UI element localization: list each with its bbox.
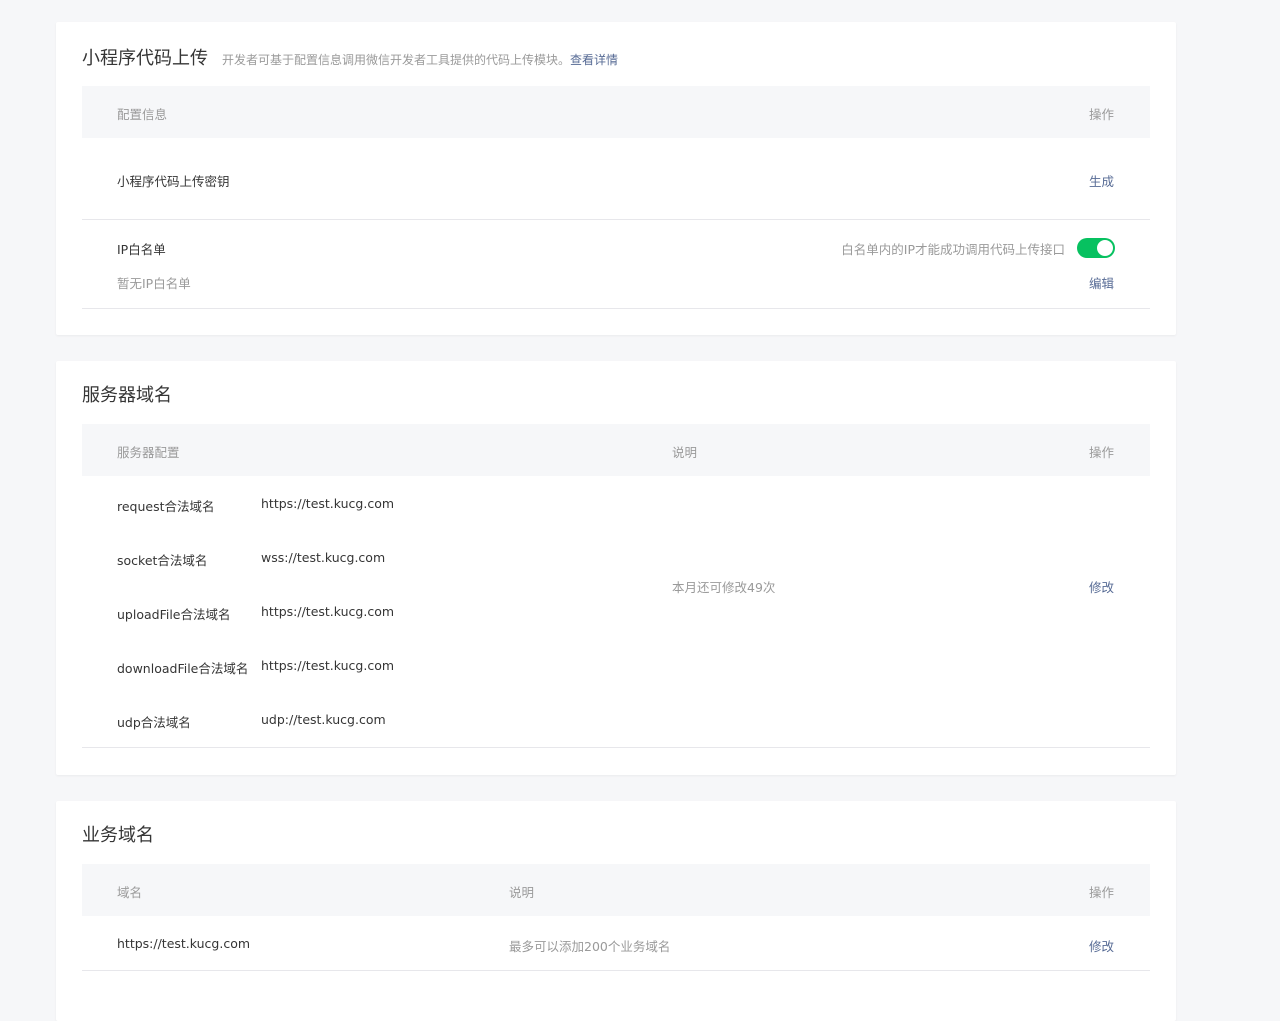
col-description: 说明	[672, 445, 698, 460]
code-upload-title-text: 小程序代码上传	[82, 48, 208, 69]
upload-key-label: 小程序代码上传密钥	[117, 174, 230, 189]
code-upload-desc: 开发者可基于配置信息调用微信开发者工具提供的代码上传模块。	[222, 53, 571, 67]
col-domain: 域名	[117, 885, 143, 900]
domain-label: request合法域名	[117, 499, 215, 514]
col-config-info: 配置信息	[117, 107, 168, 122]
business-domain-note: 最多可以添加200个业务域名	[509, 939, 671, 954]
server-domain-card: 服务器域名 服务器配置 说明 操作 request合法域名 https://te…	[56, 361, 1176, 775]
ip-whitelist-row: IP白名单 暂无IP白名单 白名单内的IP才能成功调用代码上传接口 编辑	[82, 220, 1150, 309]
modify-server-domain-button[interactable]: 修改	[1089, 577, 1114, 596]
generate-key-button[interactable]: 生成	[1089, 171, 1114, 190]
domain-value: https://test.kucg.com	[261, 496, 395, 511]
upload-key-row: 小程序代码上传密钥 生成	[82, 138, 1150, 220]
col-server-config: 服务器配置	[117, 445, 180, 460]
edit-ip-whitelist-button[interactable]: 编辑	[1089, 273, 1114, 292]
col-description: 说明	[509, 885, 535, 900]
domain-value: udp://test.kucg.com	[261, 712, 386, 727]
business-domain-value: https://test.kucg.com	[117, 936, 251, 951]
code-upload-title: 小程序代码上传 开发者可基于配置信息调用微信开发者工具提供的代码上传模块。查看详情	[82, 44, 618, 70]
business-domain-card: 业务域名 域名 说明 操作 https://test.kucg.com 最多可以…	[56, 801, 1176, 1021]
remaining-edits-note: 本月还可修改49次	[672, 580, 776, 595]
domain-label: uploadFile合法域名	[117, 607, 231, 622]
ip-whitelist-hint: 白名单内的IP才能成功调用代码上传接口	[841, 242, 1065, 257]
domain-value: https://test.kucg.com	[261, 604, 395, 619]
business-domain-title: 业务域名	[82, 825, 154, 846]
server-domains-row: request合法域名 https://test.kucg.com socket…	[82, 476, 1150, 748]
domain-label: socket合法域名	[117, 553, 208, 568]
code-upload-card: 小程序代码上传 开发者可基于配置信息调用微信开发者工具提供的代码上传模块。查看详情…	[56, 22, 1176, 335]
business-domain-row: https://test.kucg.com 最多可以添加200个业务域名 修改	[82, 916, 1150, 971]
business-table-header: 域名 说明 操作	[82, 864, 1150, 916]
col-operation: 操作	[1088, 107, 1114, 122]
col-operation: 操作	[1088, 885, 1114, 900]
domain-label: downloadFile合法域名	[117, 661, 249, 676]
domain-value: https://test.kucg.com	[261, 658, 395, 673]
server-table-header: 服务器配置 说明 操作	[82, 424, 1150, 476]
toggle-knob	[1097, 240, 1113, 256]
col-operation: 操作	[1088, 445, 1114, 460]
domain-value: wss://test.kucg.com	[261, 550, 386, 565]
code-upload-table-header: 配置信息 操作	[82, 86, 1150, 138]
view-details-link[interactable]: 查看详情	[570, 53, 618, 67]
modify-business-domain-button[interactable]: 修改	[1089, 936, 1114, 955]
server-domain-title: 服务器域名	[82, 385, 172, 406]
ip-whitelist-empty: 暂无IP白名单	[117, 276, 191, 291]
domain-label: udp合法域名	[117, 715, 191, 730]
ip-whitelist-label: IP白名单	[117, 242, 166, 257]
ip-whitelist-toggle[interactable]	[1077, 238, 1115, 258]
